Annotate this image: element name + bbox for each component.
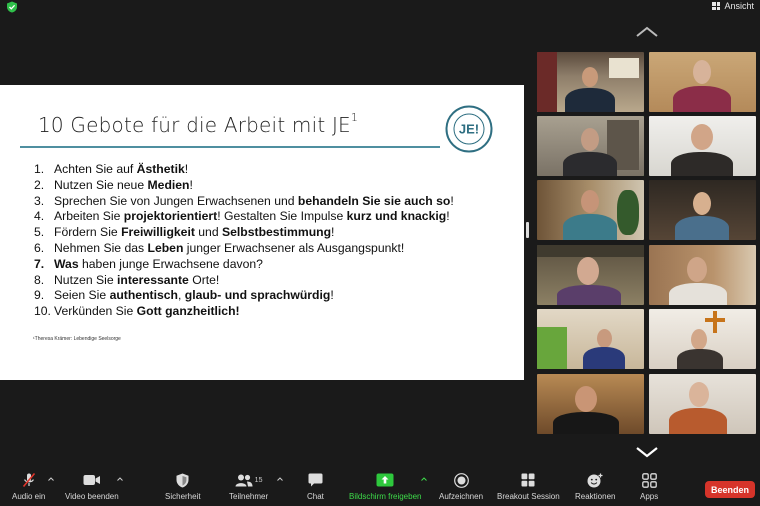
zoom-window: Ansicht 10 Gebote für die Arbeit mit JE1… — [0, 0, 760, 506]
participants-count: 15 — [254, 476, 263, 484]
chat-bubble-icon — [308, 473, 323, 487]
commandment-number: 6. — [34, 240, 45, 255]
commandment-text: Fördern Sie Freiwilligkeit und Selbstbes… — [54, 225, 335, 240]
split-resize-handle[interactable] — [526, 222, 529, 238]
video-tile[interactable] — [537, 180, 644, 240]
commandments-list: 1. Achten Sie auf Ästhetik! 2. Nutzen Sie n… — [34, 162, 454, 320]
commandment-item: 1. Achten Sie auf Ästhetik! — [34, 162, 454, 178]
commandment-item: 9. Seien Sie authentisch, glaub- und spra… — [34, 288, 454, 304]
apps-label: Apps — [640, 492, 659, 501]
breakout-rooms-icon — [521, 473, 535, 487]
commandment-item: 5. Fördern Sie Freiwilligkeit und Selbstb… — [34, 225, 454, 241]
breakout-session-button[interactable]: Breakout Session — [497, 472, 560, 501]
commandment-item: 7. Was haben junge Erwachsene davon? — [34, 257, 454, 273]
chevron-down-icon[interactable] — [635, 446, 659, 458]
commandment-item: 2. Nutzen Sie neue Medien! — [34, 178, 454, 194]
commandment-number: 10. — [34, 304, 51, 319]
participants-label: Teilnehmer — [229, 492, 269, 501]
audio-label: Audio ein — [12, 492, 46, 501]
commandment-number: 8. — [34, 272, 45, 287]
title-divider — [20, 146, 440, 148]
commandment-number: 1. — [34, 162, 45, 176]
participants-button[interactable]: 15 Teilnehmer — [229, 472, 268, 501]
video-camera-icon — [83, 475, 100, 485]
record-icon — [453, 472, 469, 488]
commandment-text: Achten Sie auf Ästhetik! — [54, 162, 189, 176]
commandment-text: Seien Sie authentisch, glaub- und sprach… — [54, 288, 334, 303]
breakout-session-label: Breakout Session — [497, 492, 560, 501]
slide-footnote: ¹Theresa Krämer: Lebendige Seelsorge — [33, 336, 121, 342]
audio-button[interactable]: Audio ein — [12, 472, 45, 501]
commandment-number: 2. — [34, 177, 45, 192]
commandment-number: 7. — [34, 256, 45, 271]
svg-text:JE!: JE! — [459, 122, 479, 137]
commandment-number: 9. — [34, 288, 45, 303]
je-logo: JE! — [445, 105, 493, 153]
reaction-smiley-icon — [587, 473, 603, 487]
muted-mic-icon — [22, 472, 35, 488]
share-screen-button[interactable]: Bildschirm freigeben — [349, 472, 421, 501]
commandment-item: 8. Nutzen Sie interessante Orte! — [34, 273, 454, 289]
participants-options-caret-icon[interactable] — [277, 477, 283, 481]
video-tile[interactable] — [537, 52, 644, 112]
video-tile[interactable] — [649, 52, 756, 112]
share-screen-label: Bildschirm freigeben — [349, 492, 422, 501]
commandment-number: 5. — [34, 225, 45, 240]
share-screen-icon — [376, 473, 394, 487]
view-label: Ansicht — [724, 1, 754, 11]
commandment-text: Nutzen Sie neue Medien! — [54, 177, 193, 192]
video-tile[interactable] — [649, 245, 756, 305]
security-button[interactable]: Sicherheit — [165, 472, 201, 501]
share-options-caret-icon[interactable] — [421, 477, 427, 481]
video-tile[interactable] — [649, 374, 756, 434]
end-meeting-button[interactable]: Beenden — [705, 481, 755, 498]
security-shield-icon — [176, 473, 189, 487]
view-button[interactable]: Ansicht — [712, 0, 754, 12]
video-tile-active-speaker[interactable] — [537, 116, 644, 176]
commandment-text: Verkünden Sie Gott ganzheitlich! — [54, 304, 240, 319]
commandment-item: 6. Nehmen Sie das Leben junger Erwachsene… — [34, 241, 454, 257]
record-label: Aufzeichnen — [439, 492, 484, 501]
participants-icon — [235, 474, 253, 486]
video-tile[interactable] — [537, 374, 644, 434]
commandment-number: 4. — [34, 209, 45, 224]
commandment-item: 4. Arbeiten Sie projektorientiert! Gestal… — [34, 209, 454, 225]
apps-icon — [641, 472, 657, 488]
video-tile[interactable] — [537, 245, 644, 305]
reactions-label: Reaktionen — [575, 492, 616, 501]
commandment-text: Sprechen Sie von Jungen Erwachsenen und … — [54, 193, 454, 208]
video-options-caret-icon[interactable] — [117, 477, 123, 481]
audio-options-caret-icon[interactable] — [48, 477, 54, 481]
chat-label: Chat — [307, 492, 324, 501]
commandment-text: Nehmen Sie das Leben junger Erwachsener … — [54, 240, 405, 255]
video-label: Video beenden — [65, 492, 119, 501]
encryption-shield-icon[interactable] — [6, 1, 18, 13]
commandment-item: 3. Sprechen Sie von Jungen Erwachsenen un… — [34, 194, 454, 210]
commandment-item: 10. Verkünden Sie Gott ganzheitlich! — [34, 304, 454, 320]
meeting-toolbar: Audio ein Video beenden Sicherheit 15 Te… — [0, 468, 760, 506]
apps-button[interactable]: Apps — [640, 472, 658, 501]
commandment-text: Was haben junge Erwachsene davon? — [54, 256, 263, 271]
shared-slide: 10 Gebote für die Arbeit mit JE1 JE! 1. A… — [0, 85, 524, 380]
video-tile[interactable] — [649, 180, 756, 240]
grid-view-icon — [712, 2, 721, 10]
video-tile[interactable] — [649, 309, 756, 369]
record-button[interactable]: Aufzeichnen — [439, 472, 483, 501]
video-tile[interactable] — [537, 309, 644, 369]
commandment-text: Arbeiten Sie projektorientiert! Gestalte… — [54, 209, 450, 224]
security-label: Sicherheit — [165, 492, 201, 501]
slide-title: 10 Gebote für die Arbeit mit JE1 — [38, 111, 359, 137]
reactions-button[interactable]: Reaktionen — [575, 472, 615, 501]
chat-button[interactable]: Chat — [307, 472, 324, 501]
video-button[interactable]: Video beenden — [65, 472, 119, 501]
commandment-number: 3. — [34, 193, 45, 208]
video-tile[interactable] — [649, 116, 756, 176]
chevron-up-icon[interactable] — [635, 26, 659, 38]
commandment-text: Nutzen Sie interessante Orte! — [54, 272, 220, 287]
